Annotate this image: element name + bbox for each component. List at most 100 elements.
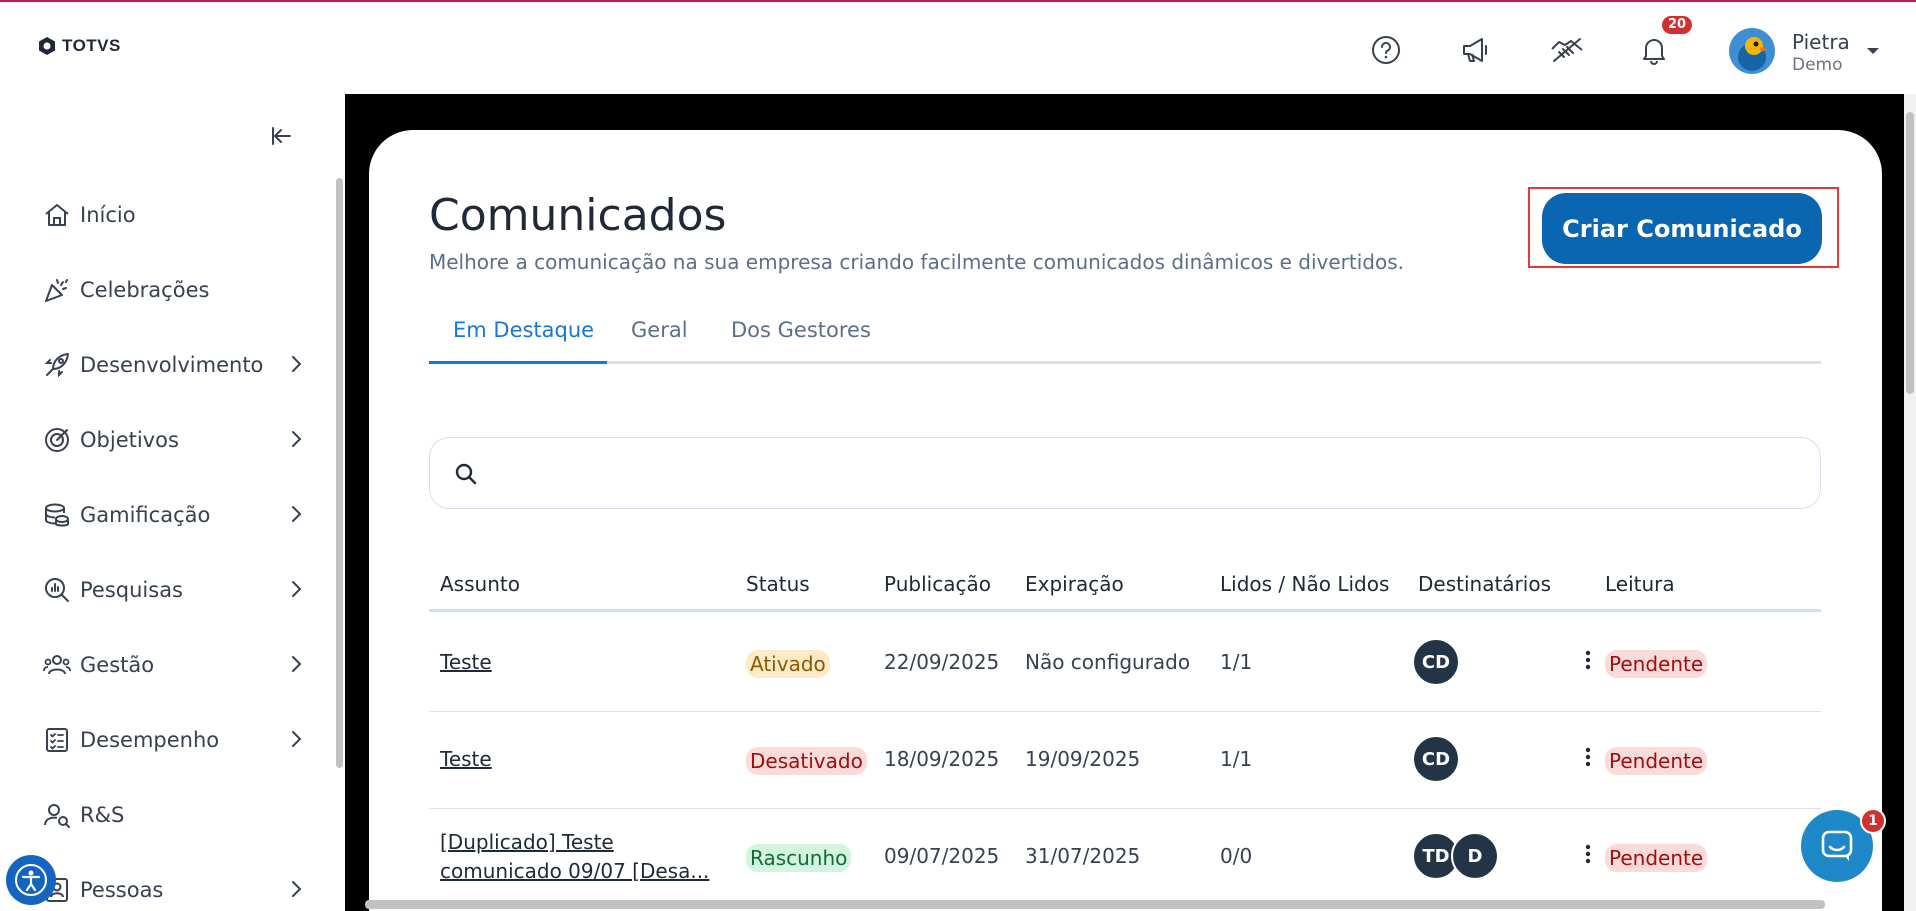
more-options-icon[interactable]	[1584, 843, 1592, 865]
expiration-date: 19/09/2025	[1025, 747, 1141, 771]
read-count: 1/1	[1220, 747, 1253, 771]
column-header[interactable]: Expiração	[1025, 572, 1124, 596]
notifications-badge: 20	[1662, 16, 1693, 34]
app-header: TOTVS 20 Pietra Demo	[0, 2, 1916, 94]
help-icon	[1372, 36, 1400, 64]
row-subject-link[interactable]: Teste	[440, 747, 492, 771]
rocket-icon	[42, 350, 72, 380]
sidebar-item-inicio[interactable]: Início	[42, 195, 312, 235]
target-icon	[42, 425, 72, 455]
search-chart-icon	[42, 575, 72, 605]
party-icon	[42, 275, 72, 305]
sidebar-item-label: Desenvolvimento	[80, 353, 264, 377]
tab-bar: Em Destaque Geral Dos Gestores	[429, 318, 1821, 364]
recipient-avatar[interactable]: CD	[1412, 735, 1460, 783]
status-badge: Ativado	[746, 650, 830, 678]
chat-icon	[1821, 830, 1853, 861]
chat-unread-badge: 1	[1860, 808, 1886, 834]
user-subtitle: Demo	[1792, 55, 1843, 75]
column-header[interactable]: Leitura	[1605, 572, 1675, 596]
reading-status-badge: Pendente	[1605, 844, 1708, 872]
main-scrollbar[interactable]	[1906, 112, 1914, 394]
collapse-sidebar-icon[interactable]	[270, 124, 294, 148]
create-announcement-button[interactable]: Criar Comunicado	[1542, 193, 1822, 264]
tab-geral[interactable]: Geral	[631, 318, 688, 364]
people-icon	[42, 650, 72, 680]
sidebar-item-label: Celebrações	[80, 278, 210, 302]
home-icon	[42, 200, 72, 230]
tab-label: Em Destaque	[453, 318, 595, 342]
column-header[interactable]: Assunto	[440, 572, 520, 596]
recipient-avatar[interactable]: D	[1451, 832, 1499, 880]
sidebar-item-label: R&S	[80, 803, 125, 827]
announcements-button[interactable]	[1458, 32, 1494, 68]
chevron-right-icon	[292, 431, 302, 447]
create-button-highlight: Criar Comunicado	[1528, 187, 1839, 268]
sidebar-item-label: Desempenho	[80, 728, 220, 752]
sidebar-item-rs[interactable]: R&S	[42, 795, 312, 835]
row-subject-link[interactable]: Teste	[440, 650, 492, 674]
handshake-icon	[1551, 38, 1583, 62]
search-box	[429, 437, 1821, 509]
sidebar-item-pesquisas[interactable]: Pesquisas	[42, 570, 312, 610]
sidebar-item-gestao[interactable]: Gestão	[42, 645, 312, 685]
sidebar-scrollbar[interactable]	[336, 178, 343, 768]
sidebar-item-label: Gamificação	[80, 503, 211, 527]
column-header[interactable]: Lidos / Não Lidos	[1220, 572, 1389, 596]
notifications-button[interactable]	[1636, 32, 1672, 68]
sidebar-item-label: Gestão	[80, 653, 155, 677]
tab-dos-gestores[interactable]: Dos Gestores	[731, 318, 871, 364]
search-input[interactable]	[500, 454, 1790, 494]
sidebar: Início Celebrações Desenvolvimento Objet…	[0, 94, 345, 911]
row-subject-link[interactable]: [Duplicado] Teste	[440, 830, 614, 854]
content-card: Comunicados Melhore a comunicação na sua…	[369, 130, 1882, 911]
tab-em-destaque[interactable]: Em Destaque	[429, 318, 607, 364]
publication-date: 09/07/2025	[884, 844, 1000, 868]
expiration-date: Não configurado	[1025, 650, 1191, 674]
table-header: Assunto Status Publicação Expiração Lido…	[429, 558, 1821, 612]
sidebar-item-label: Objetivos	[80, 428, 179, 452]
publication-date: 18/09/2025	[884, 747, 1000, 771]
sidebar-item-celebracoes[interactable]: Celebrações	[42, 270, 312, 310]
column-header[interactable]: Destinatários	[1418, 572, 1551, 596]
sidebar-item-objetivos[interactable]: Objetivos	[42, 420, 312, 460]
chevron-right-icon	[292, 731, 302, 747]
user-name: Pietra	[1792, 30, 1850, 54]
chevron-right-icon	[292, 656, 302, 672]
sidebar-item-pessoas[interactable]: Pessoas	[42, 870, 312, 910]
row-subject-link-line2[interactable]: comunicado 09/07 [Desa...	[440, 859, 709, 883]
megaphone-icon	[1463, 38, 1487, 62]
reading-status-badge: Pendente	[1605, 650, 1708, 678]
sidebar-item-label: Pesquisas	[80, 578, 184, 602]
user-menu-caret-icon[interactable]	[1866, 46, 1880, 56]
feedback-button[interactable]	[1549, 32, 1585, 68]
checklist-icon	[42, 725, 72, 755]
horizontal-scrollbar[interactable]	[365, 900, 1825, 909]
reading-status-badge: Pendente	[1605, 747, 1708, 775]
status-badge: Desativado	[746, 747, 867, 775]
user-avatar[interactable]	[1729, 28, 1775, 74]
person-search-icon	[42, 800, 72, 830]
recipient-avatar[interactable]: CD	[1412, 638, 1460, 686]
table-row: [Duplicado] Teste comunicado 09/07 [Desa…	[429, 809, 1821, 906]
column-header[interactable]: Publicação	[884, 572, 991, 596]
accessibility-button[interactable]	[6, 855, 56, 905]
brand-logo[interactable]: TOTVS	[38, 36, 121, 56]
more-options-icon[interactable]	[1584, 649, 1592, 671]
table-row: Teste Desativado 18/09/2025 19/09/2025 1…	[429, 712, 1821, 809]
bell-icon	[1643, 39, 1665, 65]
chevron-right-icon	[292, 881, 302, 897]
sidebar-item-label: Início	[80, 203, 136, 227]
expiration-date: 31/07/2025	[1025, 844, 1141, 868]
help-button[interactable]	[1368, 32, 1404, 68]
chevron-right-icon	[292, 506, 302, 522]
sidebar-item-desenvolvimento[interactable]: Desenvolvimento	[42, 345, 312, 385]
sidebar-item-gamificacao[interactable]: Gamificação	[42, 495, 312, 535]
search-icon	[455, 463, 477, 485]
read-count: 0/0	[1220, 844, 1253, 868]
more-options-icon[interactable]	[1584, 746, 1592, 768]
sidebar-item-desempenho[interactable]: Desempenho	[42, 720, 312, 760]
accessibility-icon	[15, 864, 47, 896]
coins-icon	[42, 500, 72, 530]
column-header[interactable]: Status	[746, 572, 810, 596]
